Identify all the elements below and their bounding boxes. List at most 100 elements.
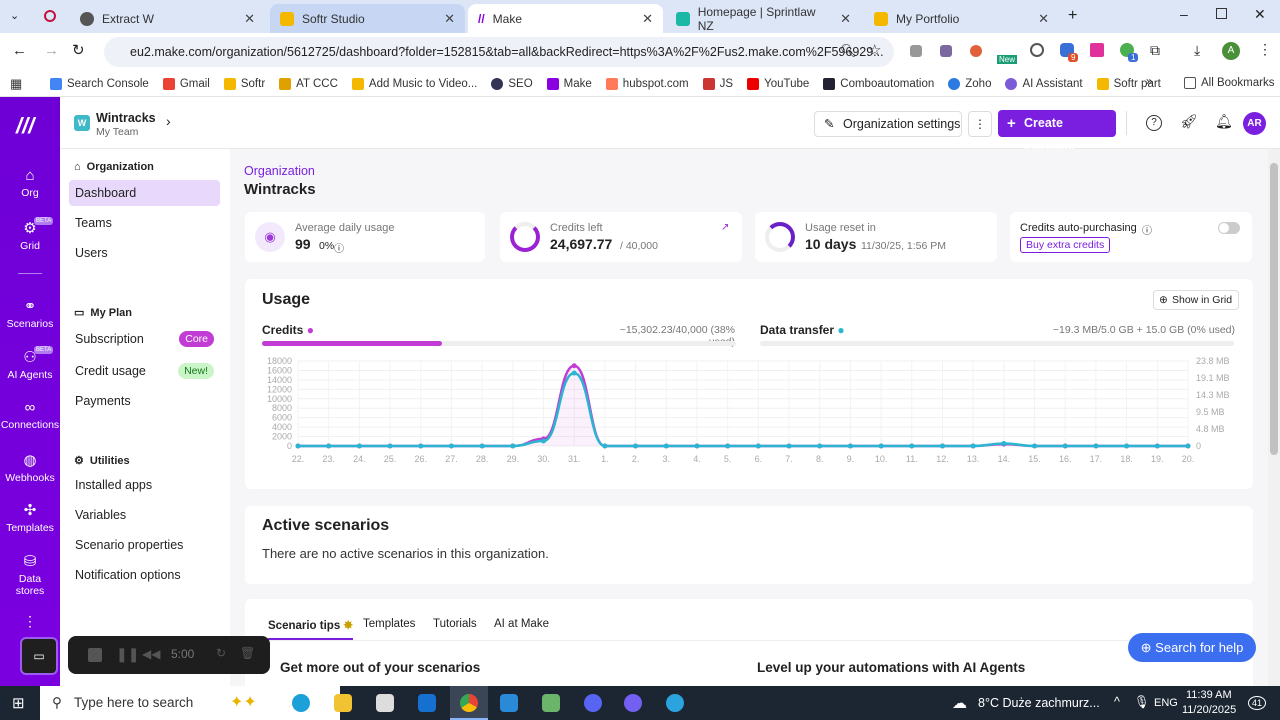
store-icon[interactable] [376,694,394,712]
extension-icon[interactable] [1090,43,1104,57]
chevron-up-icon[interactable]: ^ [1114,695,1120,709]
tab-extract-w[interactable]: Extract W ✕ [70,4,265,33]
new-tab-button[interactable]: + [1068,7,1077,25]
restart-button[interactable]: ↻ [216,646,226,660]
close-icon[interactable]: ✕ [444,11,455,27]
chevron-right-icon[interactable]: › [166,113,171,129]
nav-item-dashboard[interactable]: Dashboard [69,180,220,206]
nav-item-subscription[interactable]: Subscription Core [69,326,220,352]
extension-icon[interactable] [940,45,952,57]
extension-icon[interactable] [1030,43,1044,57]
sidebar-item-org[interactable]: ⌂ Org [0,167,60,199]
notification-count[interactable]: 41 [1248,696,1267,710]
organization-settings-button[interactable]: ✎ Organization settings [814,111,962,137]
bookmark[interactable]: Comboautomation [823,77,934,90]
bookmark[interactable]: AT CCC [279,77,338,90]
bookmark[interactable]: SEO [491,77,533,90]
close-icon[interactable]: ✕ [840,11,851,27]
help-icon[interactable]: ? [1146,115,1162,131]
language-indicator[interactable]: ENG [1154,697,1178,709]
nav-item-teams[interactable]: Teams [69,210,220,236]
nav-item-users[interactable]: Users [69,240,220,266]
scrollbar-thumb[interactable] [1270,163,1278,455]
edge-icon[interactable] [292,694,310,712]
rocket-icon[interactable]: 🚀︎ [1180,113,1198,130]
more-icon[interactable]: ⋮ [0,613,60,630]
bookmark[interactable]: AI Assistant [1005,77,1083,90]
telegram-icon[interactable] [666,694,684,712]
bookmark[interactable]: Add Music to Video... [351,77,477,90]
sidebar-item-ai-agents[interactable]: ⚇ AI Agents BETA [0,346,60,381]
scrollbar[interactable] [1268,149,1280,686]
weather-text[interactable]: 8°C Duże zachmurz... [978,696,1100,710]
chrome-taskbar-button[interactable] [450,686,488,720]
apps-grid-icon[interactable]: ▦ [10,76,22,92]
nav-item-credit-usage[interactable]: Credit usage New! [69,358,220,384]
nav-item-variables[interactable]: Variables [69,502,220,528]
hubspot-extension-icon[interactable] [970,45,982,57]
tab-sprintlaw[interactable]: Homepage | Sprintlaw NZ ✕ [666,4,861,33]
help-icon[interactable]: ⓘ [1142,222,1152,237]
sidebar-item-scenarios[interactable]: ⚭ Scenarios [0,297,60,330]
bookmark[interactable]: YouTube [747,77,809,90]
close-icon[interactable]: ✕ [1038,11,1049,27]
minimize-button[interactable]: – [1180,6,1188,22]
tab-ai-at-make[interactable]: AI at Make [494,618,549,630]
discord-icon[interactable] [584,694,602,712]
extensions-puzzle-icon[interactable]: ⧉ [1150,42,1160,59]
search-for-help-button[interactable]: ⊕ Search for help [1128,633,1256,662]
vscode-icon[interactable] [500,694,518,712]
windows-start-icon[interactable]: ⊞ [12,694,25,712]
nav-item-scenario-properties[interactable]: Scenario properties [69,532,220,558]
buy-extra-credits-button[interactable]: Buy extra credits [1020,237,1111,253]
show-in-grid-button[interactable]: ⊕ Show in Grid [1153,290,1240,310]
bookmark[interactable]: Make [546,77,592,90]
stop-button[interactable] [88,648,102,662]
team-name[interactable]: Wintracks [96,111,156,125]
close-icon[interactable]: ✕ [244,11,255,27]
pause-button[interactable]: ❚❚ [116,646,139,663]
nav-item-payments[interactable]: Payments [69,388,220,414]
viber-icon[interactable] [624,694,642,712]
nav-item-notification-options[interactable]: Notification options [69,562,220,588]
bell-icon[interactable]: 🔔︎ [1215,113,1233,130]
tab-make[interactable]: // Make ✕ [468,4,663,33]
back-button[interactable]: ← [12,42,27,59]
bookmark[interactable]: Softr [223,77,265,90]
rewind-button[interactable]: ◀◀ [142,647,160,661]
zoom-icon[interactable]: 🔍︎ [840,43,857,59]
file-explorer-icon[interactable] [334,694,352,712]
bookmark-star-icon[interactable]: ☆ [868,41,881,59]
tab-softr-studio[interactable]: Softr Studio ✕ [270,4,465,33]
sidebar-item-templates[interactable]: ✣ Templates [0,501,60,534]
bookmark[interactable]: JS [702,77,733,90]
maximize-button[interactable] [1216,8,1227,19]
tab-scenario-tips[interactable]: Scenario tips ✸ [268,618,354,640]
app-icon[interactable] [542,694,560,712]
tab-templates[interactable]: Templates [363,618,415,630]
bookmark[interactable]: Gmail [162,77,210,90]
clock-date[interactable]: 11/20/2025 [1182,704,1236,716]
clock-time[interactable]: 11:39 AM [1186,689,1232,701]
extension-icon[interactable] [910,45,922,57]
close-window-button[interactable]: ✕ [1254,6,1266,23]
bookmark[interactable]: Zoho [948,77,991,90]
all-bookmarks[interactable]: All Bookmarks [1184,77,1275,89]
info-icon[interactable]: ⓘ [334,240,344,255]
nav-item-installed-apps[interactable]: Installed apps [69,472,220,498]
delete-button[interactable]: 🗑︎ [240,646,255,660]
outlook-icon[interactable] [418,694,436,712]
external-link-icon[interactable]: ↗ [721,222,729,233]
tab-tutorials[interactable]: Tutorials [433,618,477,630]
download-icon[interactable]: ⤓ [1194,42,1200,59]
forward-button[interactable]: → [44,42,59,59]
sidebar-item-connections[interactable]: ∞ Connections [0,399,60,431]
sidebar-item-grid[interactable]: ⚙ Grid BETA [0,217,60,252]
sidebar-item-webhooks[interactable]: ◍ Webhooks [0,451,60,484]
breadcrumb[interactable]: Organization [244,164,315,178]
microphone-icon[interactable]: 🎙︎ [1134,695,1150,710]
more-options-button[interactable]: ⋮ [968,111,992,137]
browser-menu-icon[interactable]: ⋮ [1258,41,1272,58]
profile-avatar[interactable]: A [1222,42,1240,60]
url-bar[interactable]: eu2.make.com/organization/5612725/dashbo… [104,37,894,67]
